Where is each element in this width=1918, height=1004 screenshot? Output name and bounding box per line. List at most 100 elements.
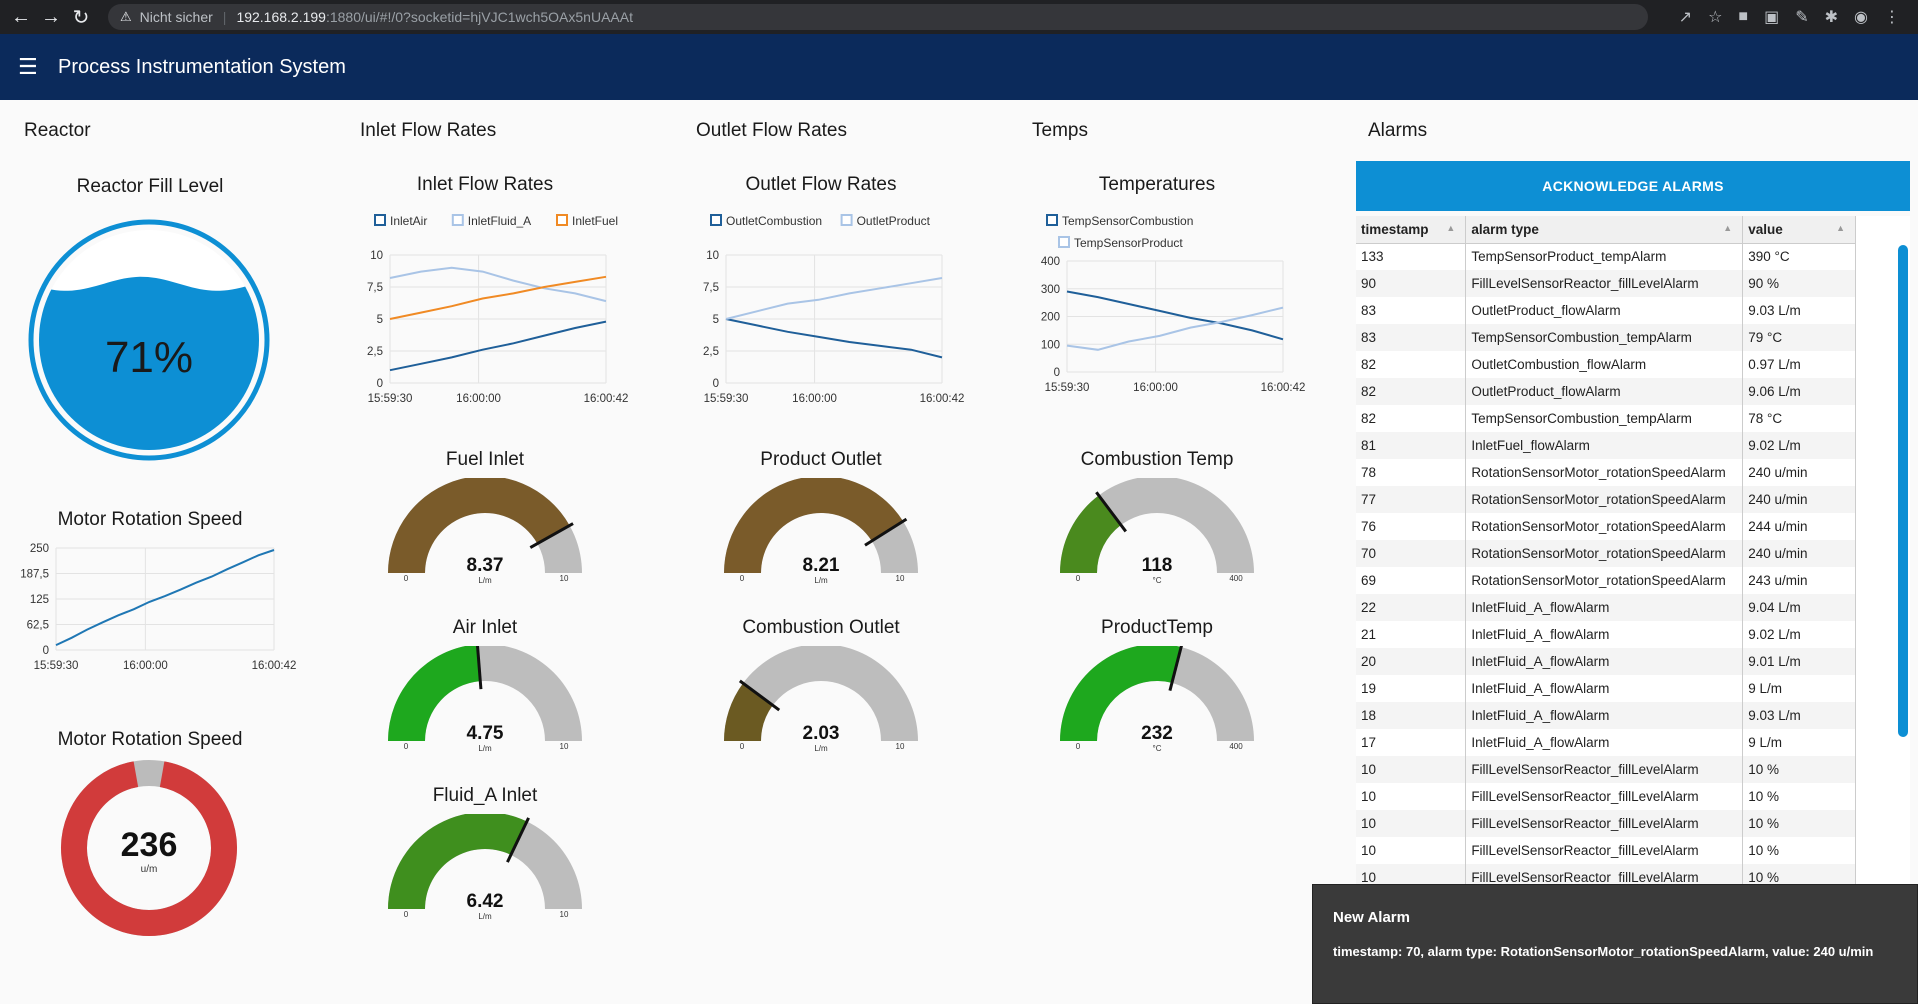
- table-row[interactable]: 20 InletFluid_A_flowAlarm 9.01 L/m: [1356, 648, 1856, 675]
- sort-icon[interactable]: ▲: [1836, 223, 1845, 233]
- y-tick-label: 10: [370, 250, 383, 262]
- legend-item[interactable]: OutletProduct: [840, 214, 931, 228]
- new-alarm-notification[interactable]: New Alarm timestamp: 70, alarm type: Rot…: [1312, 884, 1918, 1004]
- cell-value: 9.03 L/m: [1742, 297, 1856, 324]
- column-header-value[interactable]: value ▲: [1742, 216, 1856, 244]
- gauge-unit: °C: [1153, 744, 1162, 753]
- table-row[interactable]: 90 FillLevelSensorReactor_fillLevelAlarm 9…: [1356, 270, 1856, 297]
- series-line: [725, 318, 943, 359]
- gauge-unit: °C: [1153, 576, 1162, 585]
- cell-alarm-type: InletFuel_flowAlarm: [1465, 432, 1744, 459]
- y-tick-label: 7,5: [367, 282, 383, 294]
- y-tick-label: 7,5: [703, 282, 719, 294]
- legend-label: TempSensorCombustion: [1062, 214, 1193, 228]
- table-row[interactable]: 82 OutletProduct_flowAlarm 9.06 L/m: [1356, 378, 1856, 405]
- series-line: [55, 549, 275, 647]
- cell-timestamp: 76: [1356, 513, 1467, 540]
- cell-timestamp: 10: [1356, 756, 1467, 783]
- table-row[interactable]: 21 InletFluid_A_flowAlarm 9.02 L/m: [1356, 621, 1856, 648]
- column-header-alarm-type[interactable]: alarm type ▲: [1465, 216, 1744, 244]
- cell-value: 10 %: [1742, 810, 1856, 837]
- legend-label: InletFuel: [572, 214, 618, 228]
- temps-chart-title: Temperatures: [1098, 174, 1216, 195]
- cell-value: 78 °C: [1742, 405, 1856, 432]
- back-icon[interactable]: ←: [6, 2, 36, 32]
- table-row[interactable]: 133 TempSensorProduct_tempAlarm 390 °C: [1356, 243, 1856, 270]
- cell-timestamp: 17: [1356, 729, 1467, 756]
- bookmark-star-icon[interactable]: ☆: [1708, 7, 1722, 27]
- table-row[interactable]: 18 InletFluid_A_flowAlarm 9.03 L/m: [1356, 702, 1856, 729]
- extension-icon[interactable]: ✎: [1795, 7, 1808, 27]
- y-tick-label: 5: [713, 314, 719, 326]
- table-row[interactable]: 83 OutletProduct_flowAlarm 9.03 L/m: [1356, 297, 1856, 324]
- group-title-reactor: Reactor: [24, 120, 91, 141]
- y-tick-label: 5: [377, 314, 383, 326]
- forward-icon[interactable]: →: [36, 2, 66, 32]
- table-row[interactable]: 70 RotationSensorMotor_rotationSpeedAlarm…: [1356, 540, 1856, 567]
- table-row[interactable]: 10 FillLevelSensorReactor_fillLevelAlarm 1…: [1356, 837, 1856, 864]
- cell-alarm-type: InletFluid_A_flowAlarm: [1465, 702, 1744, 729]
- hamburger-menu-icon[interactable]: ☰: [18, 54, 46, 80]
- address-bar[interactable]: ⚠ Nicht sicher | 192.168.2.199 :1880/ui/…: [108, 4, 1648, 30]
- table-row[interactable]: 69 RotationSensorMotor_rotationSpeedAlarm…: [1356, 567, 1856, 594]
- legend-item[interactable]: TempSensorProduct: [1058, 236, 1183, 250]
- legend-item[interactable]: InletAir: [374, 214, 427, 228]
- cell-timestamp: 77: [1356, 486, 1467, 513]
- legend-label: OutletProduct: [857, 214, 931, 228]
- cell-timestamp: 69: [1356, 567, 1467, 594]
- table-row[interactable]: 81 InletFuel_flowAlarm 9.02 L/m: [1356, 432, 1856, 459]
- app-header: ☰ Process Instrumentation System: [0, 34, 1918, 100]
- cell-alarm-type: TempSensorCombustion_tempAlarm: [1465, 324, 1744, 351]
- y-tick-label: 300: [1041, 284, 1060, 296]
- gauge-min: 0: [740, 574, 745, 583]
- legend-item[interactable]: TempSensorCombustion: [1046, 214, 1193, 228]
- gauge-title: Fuel Inlet: [445, 449, 525, 470]
- legend-item[interactable]: InletFluid_A: [451, 214, 531, 228]
- cell-timestamp: 19: [1356, 675, 1467, 702]
- table-row[interactable]: 10 FillLevelSensorReactor_fillLevelAlarm 1…: [1356, 864, 1856, 884]
- cell-timestamp: 133: [1356, 243, 1467, 270]
- alarm-table-scrollbar[interactable]: [1898, 245, 1908, 737]
- donut-value: 236: [121, 826, 178, 864]
- sort-icon[interactable]: ▲: [1723, 223, 1732, 233]
- column-header-timestamp[interactable]: timestamp ▲: [1356, 216, 1467, 244]
- share-icon[interactable]: ↗: [1679, 7, 1692, 27]
- more-menu-icon[interactable]: ⋮: [1884, 7, 1900, 27]
- table-row[interactable]: 10 FillLevelSensorReactor_fillLevelAlarm 1…: [1356, 756, 1856, 783]
- y-tick-label: 0: [43, 645, 49, 657]
- cell-alarm-type: InletFluid_A_flowAlarm: [1465, 648, 1744, 675]
- extension-icon[interactable]: ■: [1738, 8, 1748, 26]
- cell-timestamp: 83: [1356, 324, 1467, 351]
- x-tick-label: 16:00:42: [1261, 382, 1306, 394]
- extension-icon[interactable]: ▣: [1764, 7, 1779, 27]
- acknowledge-alarms-button[interactable]: ACKNOWLEDGE ALARMS: [1356, 161, 1910, 211]
- table-row[interactable]: 77 RotationSensorMotor_rotationSpeedAlarm…: [1356, 486, 1856, 513]
- table-row[interactable]: 10 FillLevelSensorReactor_fillLevelAlarm 1…: [1356, 810, 1856, 837]
- x-tick-label: 16:00:42: [584, 393, 629, 405]
- table-row[interactable]: 10 FillLevelSensorReactor_fillLevelAlarm 1…: [1356, 783, 1856, 810]
- table-row[interactable]: 22 InletFluid_A_flowAlarm 9.04 L/m: [1356, 594, 1856, 621]
- sort-icon[interactable]: ▲: [1446, 223, 1455, 233]
- cell-value: 244 u/min: [1742, 513, 1856, 540]
- table-row[interactable]: 83 TempSensorCombustion_tempAlarm 79 °C: [1356, 324, 1856, 351]
- table-row[interactable]: 17 InletFluid_A_flowAlarm 9 L/m: [1356, 729, 1856, 756]
- x-tick-label: 16:00:42: [920, 393, 965, 405]
- cell-alarm-type: OutletCombustion_flowAlarm: [1465, 351, 1744, 378]
- table-row[interactable]: 19 InletFluid_A_flowAlarm 9 L/m: [1356, 675, 1856, 702]
- cell-value: 9.04 L/m: [1742, 594, 1856, 621]
- table-row[interactable]: 82 OutletCombustion_flowAlarm 0.97 L/m: [1356, 351, 1856, 378]
- table-row[interactable]: 82 TempSensorCombustion_tempAlarm 78 °C: [1356, 405, 1856, 432]
- reload-icon[interactable]: ↻: [66, 2, 96, 32]
- url-host: 192.168.2.199: [236, 9, 326, 25]
- legend-item[interactable]: OutletCombustion: [710, 214, 822, 228]
- legend-item[interactable]: InletFuel: [556, 214, 618, 228]
- profile-avatar-icon[interactable]: ◉: [1854, 7, 1868, 27]
- puzzle-icon[interactable]: ✱: [1825, 7, 1838, 27]
- cell-timestamp: 82: [1356, 351, 1467, 378]
- group-title-outlet: Outlet Flow Rates: [696, 120, 847, 141]
- table-row[interactable]: 78 RotationSensorMotor_rotationSpeedAlarm…: [1356, 459, 1856, 486]
- table-row[interactable]: 76 RotationSensorMotor_rotationSpeedAlarm…: [1356, 513, 1856, 540]
- series-line: [389, 275, 607, 320]
- cell-value: 90 %: [1742, 270, 1856, 297]
- cell-value: 9.02 L/m: [1742, 621, 1856, 648]
